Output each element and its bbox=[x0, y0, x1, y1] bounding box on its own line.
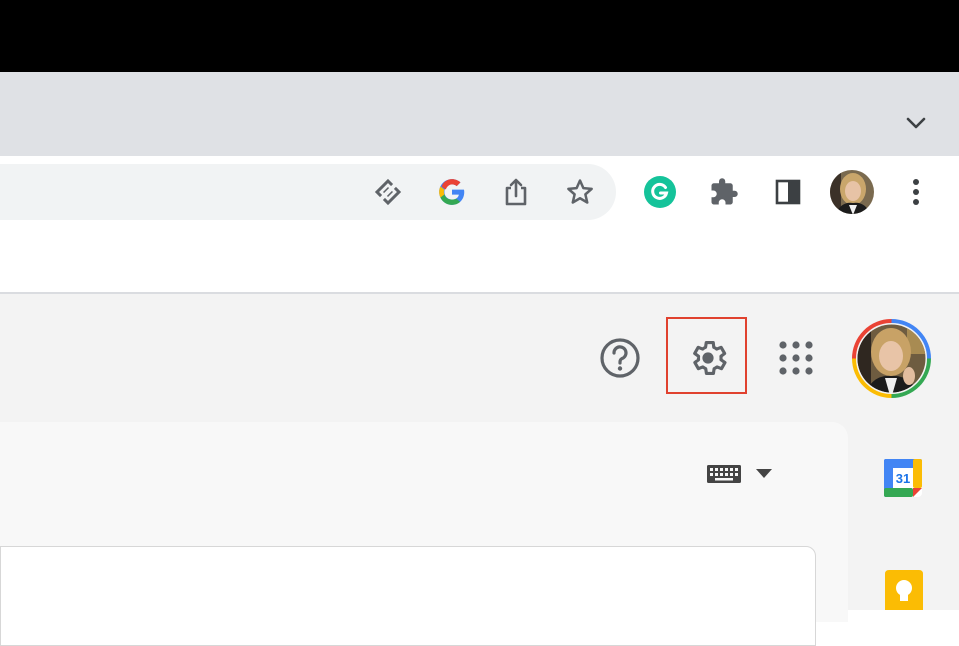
share-icon bbox=[505, 178, 527, 206]
tab-strip bbox=[0, 72, 959, 156]
keyboard-icon bbox=[707, 465, 741, 483]
profile-avatar-button[interactable] bbox=[829, 169, 875, 215]
help-button[interactable] bbox=[598, 336, 642, 380]
google-lens-button[interactable] bbox=[432, 172, 472, 212]
side-panel-button[interactable] bbox=[768, 172, 808, 212]
bookmark-star-icon bbox=[567, 179, 593, 204]
extensions-button[interactable] bbox=[704, 172, 744, 212]
more-vertical-icon bbox=[913, 179, 919, 205]
google-icon bbox=[439, 179, 465, 205]
apps-grid-icon bbox=[779, 341, 813, 375]
input-tools-toggle[interactable] bbox=[706, 460, 778, 488]
install-app-icon bbox=[374, 178, 402, 206]
caret-down-icon bbox=[756, 469, 772, 478]
grammarly-icon bbox=[644, 176, 676, 208]
help-icon bbox=[600, 338, 640, 378]
extensions-puzzle-icon bbox=[711, 178, 738, 205]
share-button[interactable] bbox=[496, 172, 536, 212]
avatar bbox=[852, 319, 931, 398]
bookmark-button[interactable] bbox=[560, 172, 600, 212]
account-avatar-button[interactable] bbox=[851, 318, 932, 399]
settings-button[interactable] bbox=[686, 336, 730, 380]
install-app-button[interactable] bbox=[368, 172, 408, 212]
side-panel-icon bbox=[775, 179, 801, 205]
settings-gear-icon bbox=[693, 341, 727, 375]
keep-lightbulb-icon bbox=[885, 570, 923, 610]
screen-top-bar bbox=[0, 0, 959, 72]
google-apps-button[interactable] bbox=[775, 337, 817, 379]
chevron-down-icon bbox=[906, 117, 926, 129]
page-top-area bbox=[0, 228, 959, 292]
grammarly-extension-button[interactable] bbox=[640, 172, 680, 212]
calendar-app-button[interactable]: 31 bbox=[884, 459, 922, 497]
tab-search-dropdown[interactable] bbox=[903, 110, 929, 136]
calendar-day-label: 31 bbox=[895, 470, 911, 486]
keep-app-button[interactable] bbox=[885, 570, 923, 610]
browser-menu-button[interactable] bbox=[896, 172, 936, 212]
avatar bbox=[830, 170, 874, 214]
content-card bbox=[0, 546, 816, 646]
